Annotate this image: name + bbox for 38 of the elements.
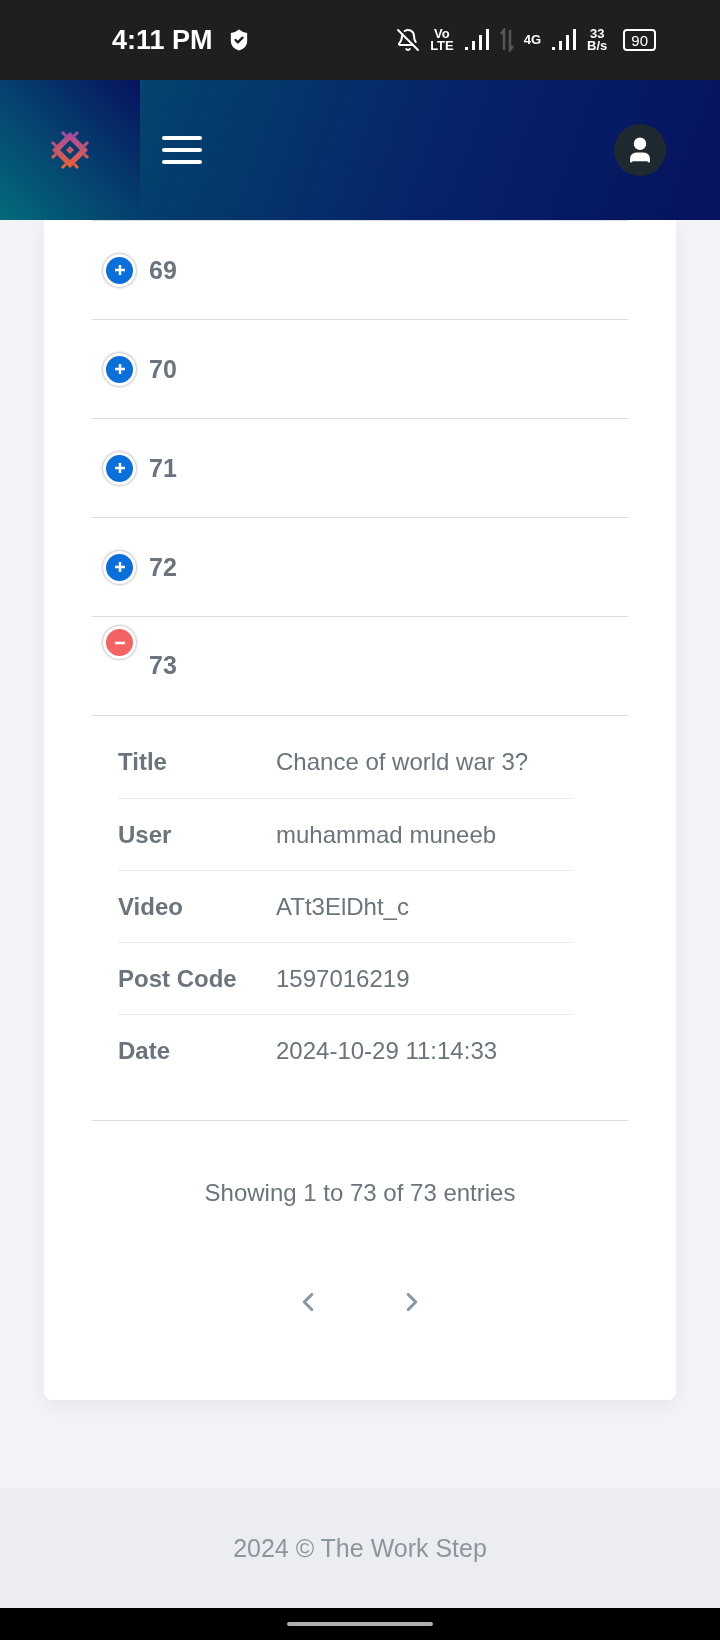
detail-label: Date <box>118 1036 172 1065</box>
clock-time: 4:11 PM <box>112 24 213 56</box>
detail-label: User <box>118 820 173 849</box>
detail-label: Post Code <box>118 964 238 993</box>
signal-icon <box>463 29 490 51</box>
detail-value: 1597016219 <box>276 964 410 993</box>
detail-value: 2024-10-29 11:14:33 <box>276 1036 498 1065</box>
plus-icon <box>113 561 126 573</box>
plus-icon <box>113 462 126 474</box>
detail-value: muhammad muneeb <box>276 820 497 849</box>
data-arrows-icon <box>499 28 514 52</box>
row-number: 73 <box>149 651 177 680</box>
logo-icon <box>48 128 92 172</box>
volte-label: Vo <box>434 28 450 40</box>
minus-icon <box>113 640 126 645</box>
speed-unit: B/s <box>587 40 608 52</box>
signal-icon <box>551 29 578 51</box>
bell-off-icon <box>396 28 421 52</box>
menu-icon <box>162 135 202 165</box>
battery-level: 90 <box>623 29 656 51</box>
lte-label: LTE <box>430 40 454 52</box>
row-number: 70 <box>149 354 177 384</box>
network-type: 4G <box>523 34 542 46</box>
row-number: 72 <box>149 552 177 582</box>
footer-copyright: 2024 © The Work Step <box>233 1533 487 1563</box>
detail-value: Chance of world war 3? <box>276 748 529 776</box>
speed-value: 33 <box>589 28 605 40</box>
detail-value: ATt3ElDht_c <box>276 892 409 921</box>
row-number: 71 <box>149 453 177 483</box>
expand-toggle[interactable] <box>103 626 136 659</box>
user-avatar-button[interactable] <box>614 124 666 176</box>
entries-info: Showing 1 to 73 of 73 entries <box>204 1179 516 1206</box>
detail-label: Title <box>118 748 168 776</box>
row-number: 69 <box>149 255 177 285</box>
detail-label: Video <box>118 892 184 921</box>
menu-button[interactable] <box>162 135 202 165</box>
plus-icon <box>113 264 126 276</box>
plus-icon <box>113 363 126 375</box>
